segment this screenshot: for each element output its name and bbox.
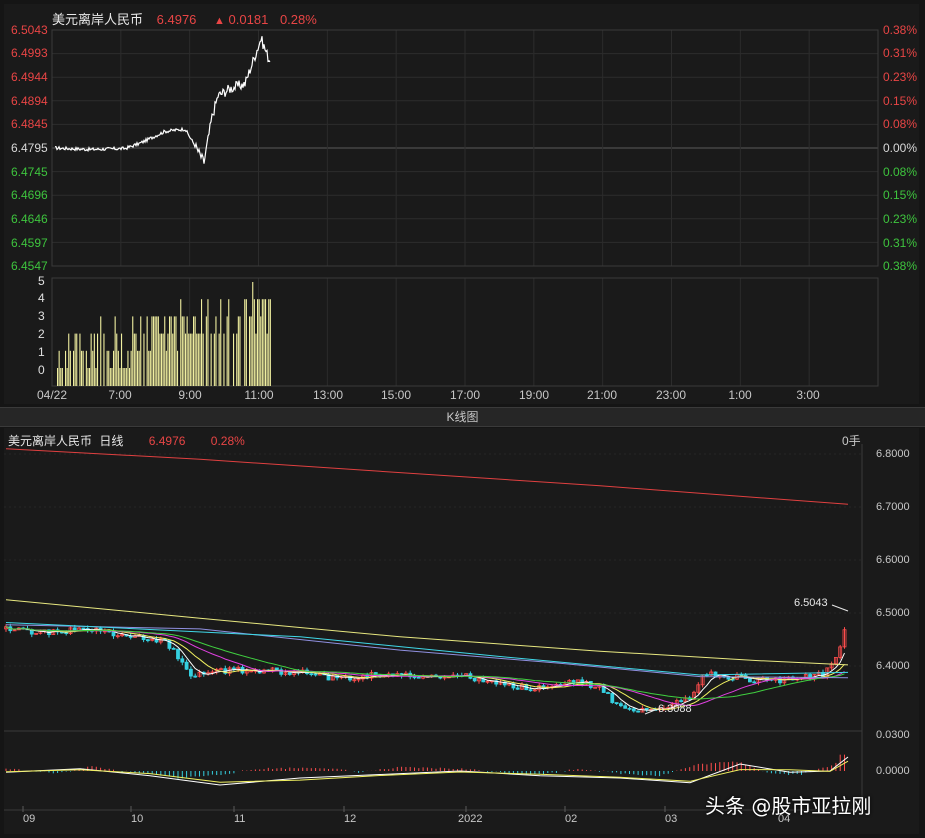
macd-dea-line	[5, 760, 849, 783]
candle-down	[528, 689, 533, 692]
month-tick: 12	[344, 813, 357, 825]
candle-down	[627, 707, 632, 710]
candle-down	[614, 702, 619, 705]
candle-down	[726, 676, 731, 680]
candle-down	[274, 667, 279, 671]
candle-down	[313, 673, 318, 676]
candle-down	[176, 648, 180, 660]
macd-tick: 0.0000	[876, 765, 910, 777]
candle-down	[752, 681, 757, 684]
candle-down	[472, 677, 477, 682]
low-price-marker: 6.3088	[658, 703, 692, 715]
candle-down	[515, 687, 520, 690]
macd-tick: 0.0300	[876, 729, 910, 741]
candle-down	[619, 703, 623, 707]
candle-down	[184, 661, 189, 670]
candle-down	[610, 692, 615, 703]
month-tick: 03	[665, 813, 678, 825]
high-marker-arrow	[831, 604, 849, 612]
kline-price-tick: 6.7000	[876, 501, 910, 513]
ma90-line	[5, 622, 849, 676]
kline-price-tick: 6.5000	[876, 607, 910, 619]
candle-down	[606, 692, 610, 694]
kline-price-tick: 6.8000	[876, 448, 910, 460]
kline-plot[interactable]	[0, 0, 925, 838]
candle-down	[188, 668, 193, 677]
candle-down	[81, 627, 86, 630]
watermark: 头条 @股市亚拉刚	[705, 794, 872, 818]
candle-down	[412, 676, 417, 679]
candle-down	[748, 678, 752, 683]
month-tick: 09	[23, 813, 36, 825]
kline-price-tick: 6.4000	[876, 660, 910, 672]
candle-down	[679, 700, 683, 702]
month-tick: 02	[565, 813, 578, 825]
candle-down	[193, 675, 198, 678]
ma250-line	[5, 448, 849, 505]
candle-down	[636, 710, 640, 713]
candle-down	[309, 673, 314, 676]
candle-down	[145, 639, 150, 642]
kline-price-tick: 6.6000	[876, 554, 910, 566]
candle-down	[287, 672, 292, 675]
high-price-marker: 6.5043	[794, 597, 828, 609]
candle-down	[416, 676, 421, 679]
candle-down	[631, 708, 636, 712]
ma60-line	[5, 624, 849, 679]
candle-down	[171, 648, 176, 650]
month-tick: 10	[131, 813, 144, 825]
candle-down	[180, 658, 185, 663]
candle-down	[623, 705, 628, 709]
month-tick: 11	[234, 813, 246, 825]
month-tick: 2022	[458, 813, 483, 825]
candle-down	[231, 667, 236, 670]
